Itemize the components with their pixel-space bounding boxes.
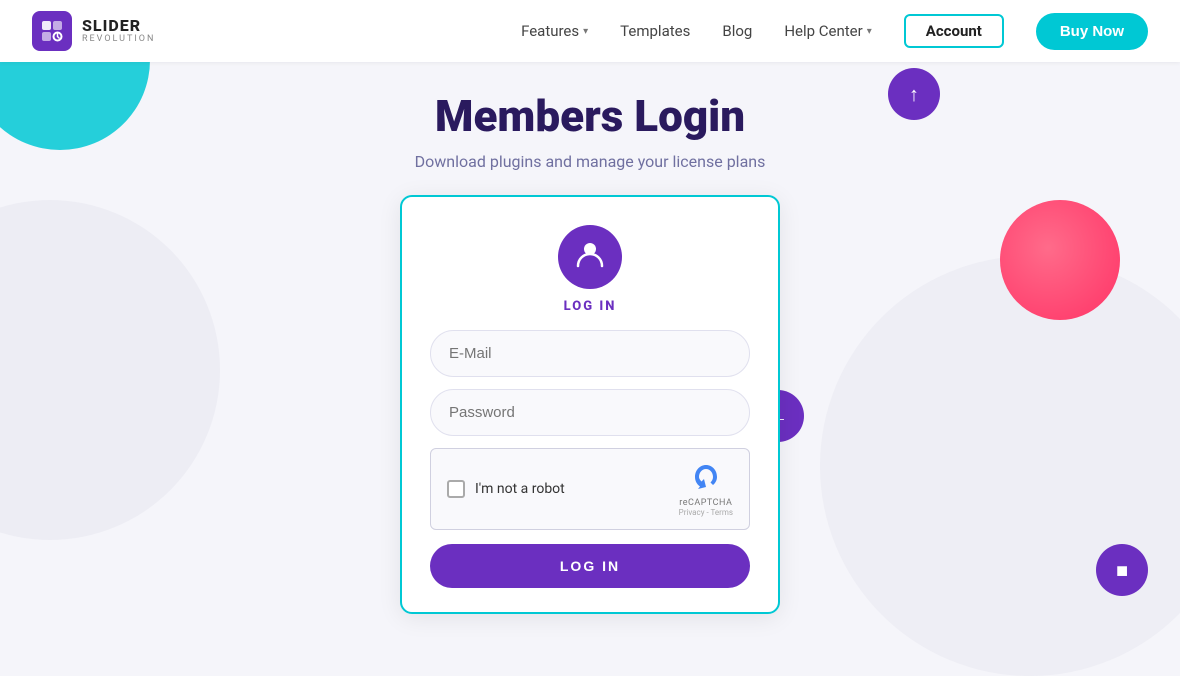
recaptcha-links: Privacy - Terms — [679, 508, 733, 517]
email-field-group — [430, 330, 750, 377]
recaptcha-brand: reCAPTCHA — [679, 498, 732, 508]
login-card: LOG IN I'm not a robot reCAPTCHA Privacy… — [400, 195, 780, 614]
features-caret-icon: ▾ — [583, 26, 588, 37]
recaptcha-logo-icon — [690, 461, 722, 498]
login-submit-button[interactable]: LOG IN — [430, 544, 750, 588]
nav-templates[interactable]: Templates — [620, 22, 690, 40]
logo-title: SLIDER — [82, 17, 155, 35]
nav-account-button[interactable]: Account — [904, 14, 1004, 48]
user-icon — [574, 238, 606, 277]
page-title: Members Login — [435, 90, 745, 142]
logo-subtitle: REVOLUTION — [82, 35, 155, 45]
buy-now-button[interactable]: Buy Now — [1036, 13, 1148, 50]
nav-links: Features ▾ Templates Blog Help Center ▾ … — [521, 13, 1148, 50]
main-content: Members Login Download plugins and manag… — [0, 62, 1180, 614]
password-field-group — [430, 389, 750, 436]
login-section-label: LOG IN — [564, 299, 617, 314]
captcha-checkbox[interactable] — [447, 480, 465, 498]
captcha-box[interactable]: I'm not a robot reCAPTCHA Privacy - Term… — [430, 448, 750, 530]
nav-blog[interactable]: Blog — [722, 22, 752, 40]
nav-help[interactable]: Help Center ▾ — [784, 22, 871, 40]
logo[interactable]: SLIDER REVOLUTION — [32, 11, 155, 51]
help-caret-icon: ▾ — [867, 26, 872, 37]
nav-features[interactable]: Features ▾ — [521, 22, 588, 40]
email-input[interactable] — [430, 330, 750, 377]
page-subtitle: Download plugins and manage your license… — [415, 152, 766, 171]
navbar: SLIDER REVOLUTION Features ▾ Templates B… — [0, 0, 1180, 62]
password-input[interactable] — [430, 389, 750, 436]
captcha-label: I'm not a robot — [475, 481, 565, 497]
logo-text: SLIDER REVOLUTION — [82, 17, 155, 44]
logo-icon — [32, 11, 72, 51]
avatar — [558, 225, 622, 289]
